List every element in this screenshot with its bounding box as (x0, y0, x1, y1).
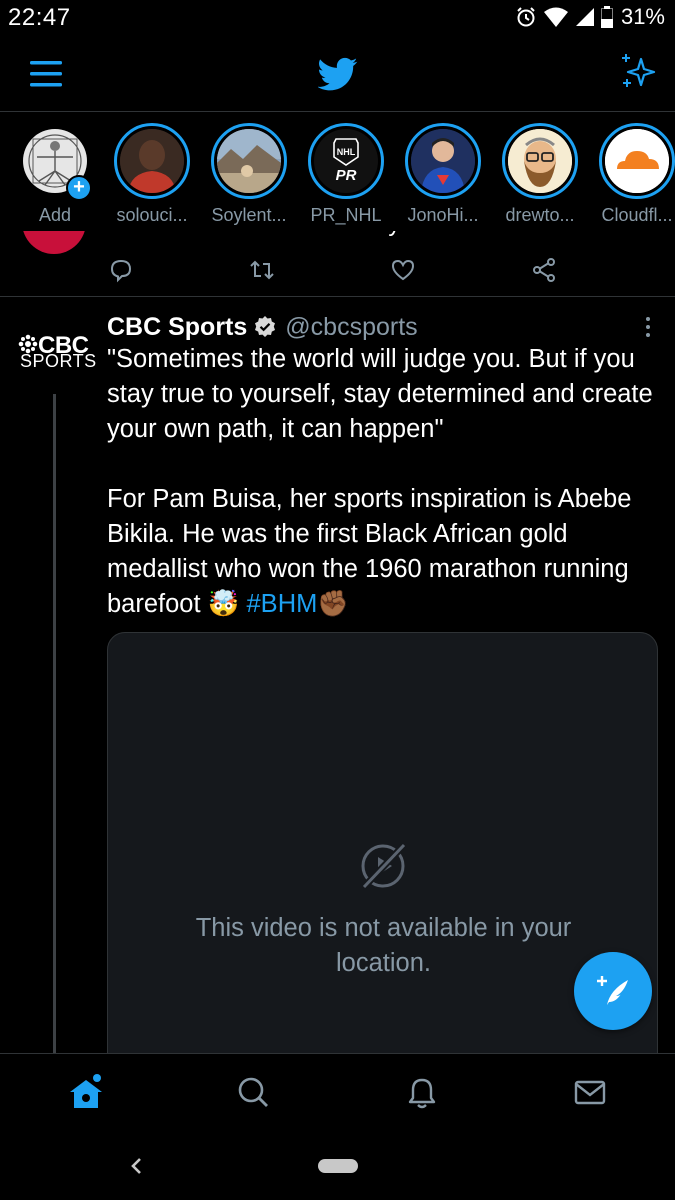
add-fleet-icon[interactable]: + (66, 175, 92, 201)
tweet[interactable]: CBC SPORTS CBC Sports @cbcsports "Someti… (0, 298, 675, 1053)
system-navigation-bar (0, 1133, 675, 1200)
battery-icon (600, 6, 613, 28)
avatar (605, 129, 669, 193)
avatar-subtext: SPORTS (20, 351, 97, 371)
avatar (120, 129, 184, 193)
top-app-bar (0, 36, 675, 112)
fleet-item[interactable]: Soylent... (206, 123, 292, 226)
battery-percent: 31% (620, 4, 665, 29)
tweet-text: "Sometimes the world will judge you. But… (107, 342, 667, 622)
compose-feather-icon (597, 976, 628, 1005)
fleet-label: Add (38, 205, 72, 225)
fleet-item[interactable]: Cloudfl... (594, 123, 675, 226)
retweet-icon[interactable] (248, 256, 276, 284)
search-icon[interactable] (233, 1072, 273, 1112)
verified-badge-icon (255, 316, 276, 337)
fleet-label: Soylent... (211, 205, 287, 225)
fleet-item[interactable]: NHL PR PR_NHL (303, 123, 389, 226)
video-unavailable-icon (361, 842, 407, 890)
tweet-quote: "Sometimes the world will judge you. But… (107, 345, 653, 443)
menu-icon[interactable] (28, 56, 64, 92)
fleet-label: JonoHi... (407, 205, 479, 225)
signal-icon (575, 8, 594, 26)
fleets-row: + Add soloucі... Soylent... NHL PR PR_NH… (0, 113, 675, 231)
avatar (411, 129, 475, 193)
wifi-icon (543, 7, 568, 27)
svg-text:NHL: NHL (337, 147, 356, 157)
fleet-label: soloucі... (116, 205, 188, 225)
author-name[interactable]: CBC Sports (107, 313, 247, 342)
share-icon[interactable] (530, 256, 558, 284)
author-handle[interactable]: @cbcsports (285, 313, 417, 342)
more-options-icon[interactable] (643, 316, 653, 338)
tweet-paragraph: For Pam Buisa, her sports inspiration is… (107, 482, 667, 622)
twitter-bird-icon[interactable] (318, 54, 358, 94)
back-icon[interactable] (128, 1155, 146, 1177)
unavailable-message: This video is not available in your loca… (195, 914, 572, 977)
tweet-header: CBC Sports @cbcsports (107, 312, 418, 342)
thread-line (53, 394, 56, 1053)
status-time: 22:47 (8, 4, 71, 31)
avatar[interactable]: CBC SPORTS (14, 326, 98, 378)
fleet-add[interactable]: + Add (12, 123, 98, 226)
compose-tweet-button[interactable] (574, 952, 652, 1030)
tweet-actions (107, 256, 557, 286)
avatar: NHL PR (314, 129, 378, 193)
avatar-text: PR (335, 167, 357, 184)
cloudflare-logo-icon (605, 129, 669, 193)
bottom-navigation (0, 1053, 675, 1133)
status-bar: 22:47 31% (0, 0, 675, 36)
fleet-label: PR_NHL (310, 205, 382, 225)
home-icon[interactable] (66, 1072, 106, 1112)
messages-icon[interactable] (570, 1072, 610, 1112)
emoji: ✊🏾 (317, 590, 350, 618)
avatar (508, 129, 572, 193)
tweet-sentence: For Pam Buisa, her sports inspiration is… (107, 485, 632, 618)
hashtag-link[interactable]: #BHM (247, 590, 318, 618)
alarm-icon (517, 7, 535, 27)
avatar (217, 129, 281, 193)
status-icons: 31% (515, 4, 665, 30)
notifications-icon[interactable] (402, 1072, 442, 1112)
sparkle-icon[interactable] (619, 52, 657, 90)
like-icon[interactable] (389, 256, 417, 284)
fleet-item[interactable]: drewto... (497, 123, 583, 226)
fleet-item[interactable]: JonoHi... (400, 123, 486, 226)
reply-icon[interactable] (107, 256, 135, 284)
fleet-label: drewto... (505, 205, 575, 225)
home-gesture-pill[interactable] (318, 1159, 358, 1173)
fleet-item[interactable]: soloucі... (109, 123, 195, 226)
fleet-label: Cloudfl... (601, 205, 673, 225)
